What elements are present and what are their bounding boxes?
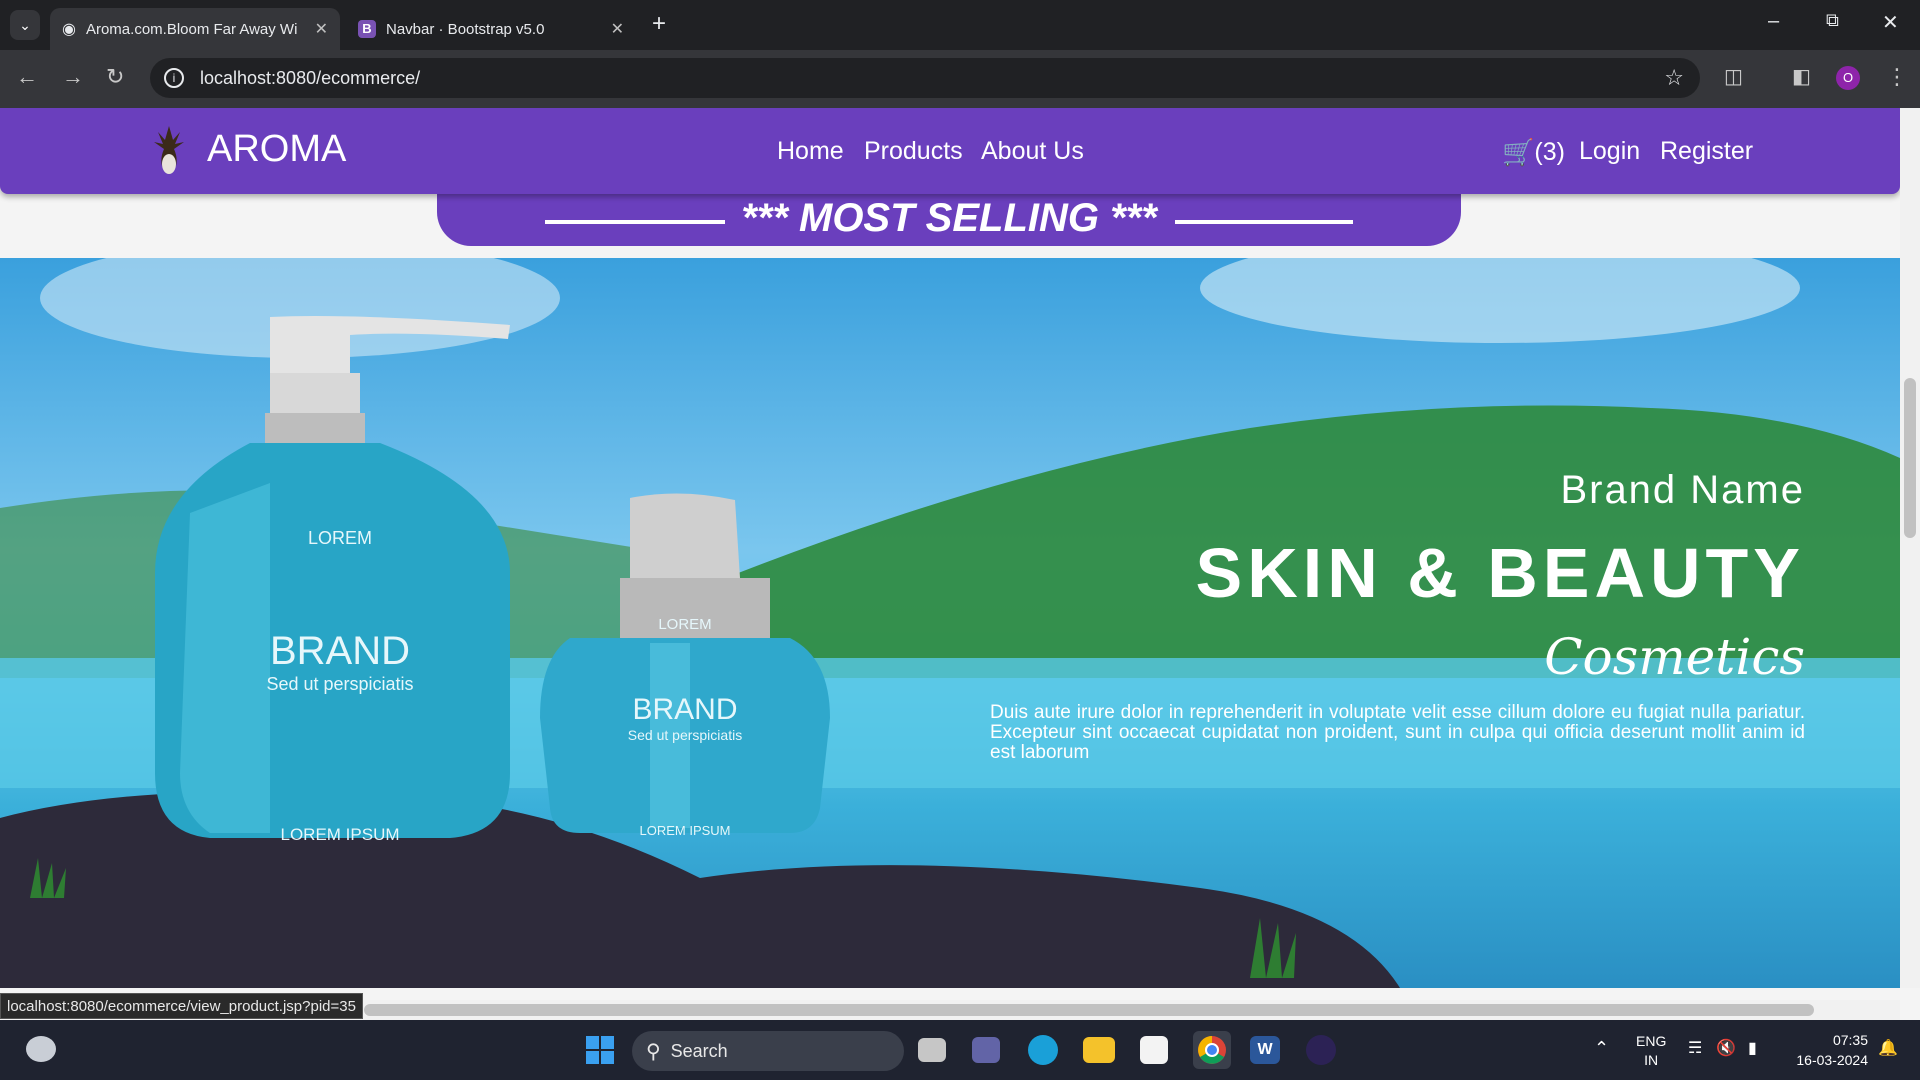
url-text: localhost:8080/ecommerce/ [200, 67, 421, 88]
site-info-icon[interactable]: i [164, 68, 184, 88]
hero-brand-name: Brand Name [1560, 468, 1805, 512]
restore-button[interactable]: ⧉ [1826, 10, 1839, 31]
start-button[interactable] [581, 1031, 619, 1069]
close-icon[interactable]: ✕ [315, 19, 328, 39]
language-code: ENG [1636, 1033, 1667, 1049]
browser-tab-bar: ⌄ ◉ Aroma.com.Bloom Far Away Wi ✕ B Navb… [0, 0, 1920, 50]
nav-home[interactable]: Home [777, 137, 844, 166]
tab-aroma[interactable]: ◉ Aroma.com.Bloom Far Away Wi ✕ [50, 8, 340, 50]
hero-script: Cosmetics [1544, 628, 1805, 686]
teams-icon[interactable] [972, 1037, 1000, 1063]
forward-button[interactable]: → [62, 64, 84, 90]
new-tab-button[interactable]: + [652, 10, 666, 38]
label-tagline: Sed ut perspiciatis [627, 727, 743, 743]
address-bar[interactable]: i localhost:8080/ecommerce/ ☆ [150, 58, 1700, 98]
file-explorer-icon[interactable] [1083, 1037, 1115, 1063]
label-brand: BRAND [632, 693, 738, 726]
most-selling-heading: *** MOST SELLING *** [741, 196, 1157, 240]
nav-login[interactable]: Login [1579, 137, 1640, 166]
cart-icon: 🛒 [1502, 137, 1535, 167]
cart-link[interactable]: 🛒 (3) [1502, 137, 1565, 168]
extensions-icon[interactable]: ◫ [1724, 64, 1743, 89]
link-status-bar: localhost:8080/ecommerce/view_product.js… [0, 993, 363, 1019]
minimize-button[interactable]: – [1768, 10, 1779, 33]
volume-muted-icon[interactable]: 🔇 [1716, 1038, 1736, 1058]
hero-headline: SKIN & BEAUTY [1195, 534, 1805, 612]
weather-icon[interactable] [26, 1036, 56, 1062]
horizontal-scrollbar[interactable] [360, 1000, 1900, 1020]
clock-date: 16-03-2024 [1796, 1052, 1868, 1068]
taskbar-search[interactable]: ⚲ Search [632, 1031, 904, 1071]
tab-search-button[interactable]: ⌄ [10, 10, 40, 40]
task-view-icon[interactable] [918, 1038, 946, 1062]
edge-icon[interactable] [1028, 1035, 1058, 1065]
word-icon[interactable]: W [1250, 1036, 1280, 1064]
close-window-button[interactable]: ✕ [1882, 10, 1899, 35]
windows-taskbar: ⚲ Search W ⌃ ENG IN ☴ 🔇 ▮ 07:35 16-03-20… [0, 1020, 1920, 1080]
nav-products[interactable]: Products [864, 137, 963, 166]
bookmark-star-icon[interactable]: ☆ [1664, 65, 1684, 91]
globe-icon: ◉ [62, 21, 76, 38]
back-button[interactable]: ← [16, 64, 38, 90]
scrollbar-thumb[interactable] [1904, 378, 1916, 538]
region-code: IN [1644, 1052, 1659, 1068]
site-navbar: AROMA Home Products About Us 🛒 (3) Login… [0, 108, 1900, 194]
reload-button[interactable]: ↻ [106, 64, 124, 90]
menu-icon[interactable]: ⋮ [1886, 64, 1908, 90]
store-icon[interactable] [1140, 1036, 1168, 1064]
hero-body: Duis aute irure dolor in reprehenderit i… [990, 702, 1805, 763]
browser-toolbar: ← → ↻ i localhost:8080/ecommerce/ ☆ ◫ ◧ … [0, 50, 1920, 108]
search-icon: ⚲ [646, 1040, 661, 1063]
chrome-icon[interactable] [1193, 1031, 1231, 1069]
vertical-scrollbar[interactable] [1900, 108, 1920, 988]
label-bottom: LOREM IPSUM [280, 825, 400, 844]
nav-register[interactable]: Register [1660, 137, 1753, 166]
small-bottle-label: LOREM BRAND Sed ut perspiciatis LOREM IP… [540, 616, 830, 838]
bootstrap-icon: B [358, 20, 376, 38]
side-panel-icon[interactable]: ◧ [1792, 64, 1811, 89]
battery-icon[interactable]: ▮ [1748, 1038, 1757, 1058]
close-icon[interactable]: ✕ [611, 19, 624, 39]
hero-banner[interactable]: LOREM BRAND Sed ut perspiciatis LOREM IP… [0, 258, 1900, 988]
label-brand: BRAND [269, 629, 411, 673]
tab-title: Aroma.com.Bloom Far Away Wi [85, 20, 298, 38]
language-indicator[interactable]: ENG IN [1636, 1032, 1666, 1070]
large-bottle-label: LOREM BRAND Sed ut perspiciatis LOREM IP… [155, 528, 525, 845]
clock[interactable]: 07:35 16-03-2024 [1788, 1030, 1868, 1070]
cart-count: (3) [1534, 138, 1565, 166]
tab-title: Navbar · Bootstrap v5.0 [386, 20, 545, 38]
page-viewport: AROMA Home Products About Us 🛒 (3) Login… [0, 108, 1900, 988]
wifi-icon[interactable]: ☴ [1688, 1038, 1702, 1058]
notification-bell-icon[interactable]: 🔔 [1878, 1038, 1898, 1058]
brand-logo[interactable] [152, 122, 186, 178]
chevron-down-icon: ⌄ [19, 17, 31, 33]
clock-time: 07:35 [1832, 1032, 1868, 1048]
eclipse-icon[interactable] [1306, 1035, 1336, 1065]
label-top: LOREM [307, 528, 372, 548]
tab-navbar-bootstrap[interactable]: B Navbar · Bootstrap v5.0 ✕ [346, 8, 636, 50]
label-top: LOREM [658, 616, 712, 633]
label-tagline: Sed ut perspiciatis [266, 674, 414, 694]
label-bottom: LOREM IPSUM [639, 823, 731, 838]
profile-avatar[interactable]: O [1836, 66, 1860, 90]
nav-about-us[interactable]: About Us [981, 137, 1084, 166]
scrollbar-thumb[interactable] [364, 1004, 1814, 1016]
brand-name[interactable]: AROMA [207, 128, 346, 171]
search-placeholder: Search [670, 1040, 728, 1061]
tray-chevron-up-icon[interactable]: ⌃ [1594, 1038, 1609, 1059]
